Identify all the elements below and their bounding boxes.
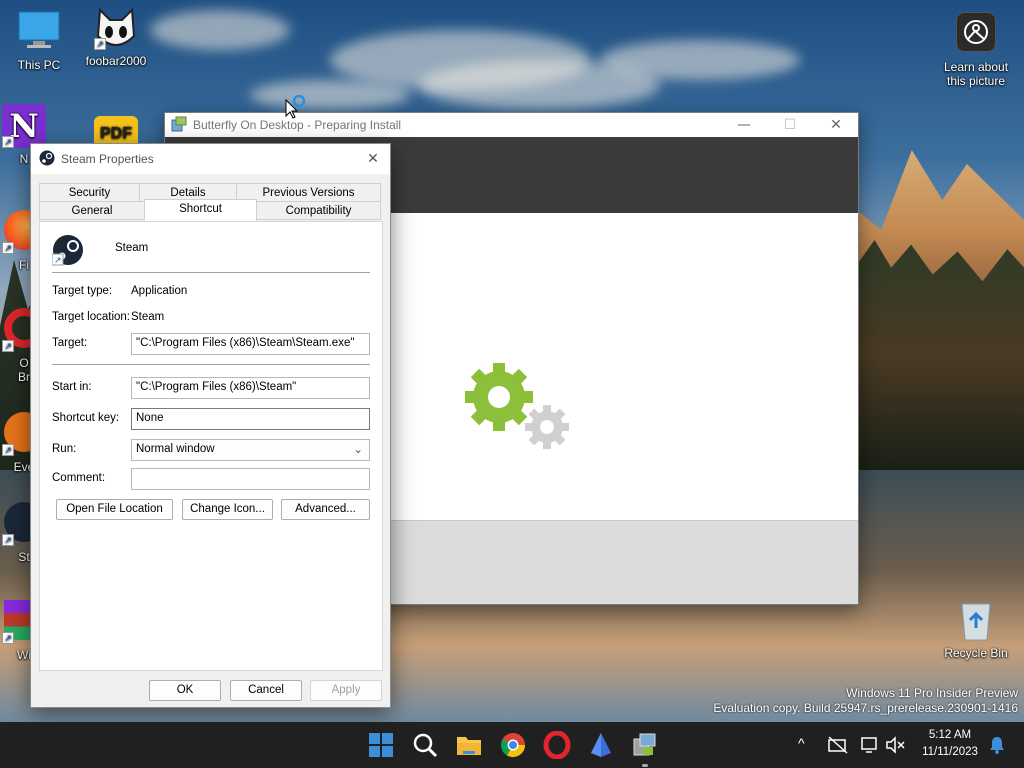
comment-field[interactable] xyxy=(131,468,370,490)
shortcut-arrow-icon: ↗ xyxy=(2,632,14,644)
shortcut-arrow-icon: ↗ xyxy=(2,340,14,352)
steam-properties-dialog[interactable]: Steam Properties ✕ Security Details Prev… xyxy=(30,143,391,708)
target-location-value: Steam xyxy=(131,311,165,323)
tab-general[interactable]: General xyxy=(39,201,145,220)
cancel-button[interactable]: Cancel xyxy=(230,680,302,701)
target-field[interactable]: "C:\Program Files (x86)\Steam\Steam.exe" xyxy=(131,333,370,355)
app-name: Steam xyxy=(115,242,149,254)
shortcut-arrow-icon: ↗ xyxy=(2,534,14,546)
tab-previous-versions[interactable]: Previous Versions xyxy=(236,183,381,202)
shortcut-key-label: Shortcut key: xyxy=(52,412,120,424)
steam-icon xyxy=(39,150,55,169)
learn-picture-icon xyxy=(954,12,998,56)
desktop-icon-label: O xyxy=(19,356,29,370)
desktop-icon-label: this picture xyxy=(946,74,1006,88)
opera-icon[interactable] xyxy=(543,730,571,760)
desktop-icon-label: Fi xyxy=(19,258,29,272)
shortcut-arrow-icon: ↗ xyxy=(2,136,14,148)
svg-text:↗: ↗ xyxy=(54,256,62,266)
desktop-icon-label: This PC xyxy=(17,58,61,72)
change-icon-button[interactable]: Change Icon... xyxy=(182,499,273,520)
desktop-icon-label: St xyxy=(18,550,30,564)
n-app-icon: N ↗ xyxy=(2,104,46,148)
monitor-icon xyxy=(17,10,61,54)
shortcut-arrow-icon: ↗ xyxy=(94,38,106,50)
network-off-icon[interactable] xyxy=(827,735,849,755)
run-label: Run: xyxy=(52,443,77,455)
target-type-label: Target type: xyxy=(52,285,113,297)
tab-compatibility[interactable]: Compatibility xyxy=(256,201,381,220)
file-explorer-icon[interactable] xyxy=(455,731,483,759)
chrome-icon[interactable] xyxy=(499,731,527,759)
target-type-value: Application xyxy=(131,285,188,297)
start-in-label: Start in: xyxy=(52,381,92,393)
shortcut-key-field[interactable]: None xyxy=(131,408,370,430)
display-icon[interactable] xyxy=(860,735,882,755)
taskbar: ^ 5:12 AM 11/11/2023 xyxy=(0,722,1024,768)
start-in-field[interactable]: "C:\Program Files (x86)\Steam" xyxy=(131,377,370,399)
minimize-button[interactable]: — xyxy=(721,113,767,137)
tab-security[interactable]: Security xyxy=(39,183,140,202)
window-title: Butterfly On Desktop - Preparing Install xyxy=(193,118,402,132)
run-select[interactable]: Normal window ⌄ xyxy=(131,439,370,461)
shortcut-arrow-icon: ↗ xyxy=(2,444,14,456)
running-indicator xyxy=(642,764,648,767)
desktop-icon-label: Br xyxy=(18,370,30,384)
target-label: Target: xyxy=(52,337,88,349)
dialog-titlebar[interactable]: Steam Properties xyxy=(31,144,390,174)
close-button[interactable]: ✕ xyxy=(364,150,382,168)
windows-watermark-line1: Windows 11 Pro Insider Preview xyxy=(846,686,1018,700)
steam-app-icon: ↗ xyxy=(51,234,84,269)
search-icon[interactable] xyxy=(411,731,439,759)
target-location-label: Target location: xyxy=(52,311,130,323)
desktop-icon-label: Recycle Bin xyxy=(944,646,1008,660)
comment-label: Comment: xyxy=(52,472,106,484)
notification-bell-icon[interactable] xyxy=(988,735,1006,755)
chevron-up-icon[interactable]: ^ xyxy=(798,735,805,751)
windows-watermark-line2: Evaluation copy. Build 25947.rs_prerelea… xyxy=(713,701,1018,715)
desktop-icon-recycle-bin[interactable]: Recycle Bin xyxy=(936,598,1016,660)
clock-time[interactable]: 5:12 AM xyxy=(912,729,988,741)
chevron-down-icon: ⌄ xyxy=(353,444,363,456)
desktop-icon-label: foobar2000 xyxy=(85,54,147,68)
ok-button[interactable]: OK xyxy=(149,680,221,701)
desktop-icon-learn-about-picture[interactable]: Learn about this picture xyxy=(936,10,1016,88)
mouse-cursor-busy-icon xyxy=(285,94,306,119)
desktop-icon-foobar2000[interactable]: ↗ foobar2000 xyxy=(78,6,154,68)
desktop-icon-label: N xyxy=(19,152,29,166)
open-file-location-button[interactable]: Open File Location xyxy=(56,499,173,520)
gears-icon xyxy=(465,363,569,449)
volume-muted-icon[interactable] xyxy=(884,735,906,755)
desktop-icon-label: Learn about xyxy=(943,60,1009,74)
installer-icon xyxy=(171,116,187,135)
desktop-icon-label: Wi xyxy=(17,648,31,662)
clock-date[interactable]: 11/11/2023 xyxy=(912,746,988,758)
recycle-bin-icon xyxy=(954,598,998,642)
maximize-button[interactable]: ☐ xyxy=(767,113,813,137)
foobar-cat-icon: ↗ xyxy=(94,6,138,50)
apply-button[interactable]: Apply xyxy=(310,680,382,701)
start-icon[interactable] xyxy=(367,731,395,759)
shortcut-tab-panel: ↗ Steam Target type: Application Target … xyxy=(39,221,383,671)
desktop-icon-this-pc[interactable]: This PC xyxy=(1,10,77,72)
installer-icon[interactable] xyxy=(631,731,659,759)
tab-shortcut[interactable]: Shortcut xyxy=(144,199,257,221)
shortcut-arrow-icon: ↗ xyxy=(2,242,14,254)
advanced-button[interactable]: Advanced... xyxy=(281,499,370,520)
app-icon[interactable] xyxy=(587,731,615,759)
dialog-title: Steam Properties xyxy=(61,152,154,166)
run-select-value: Normal window xyxy=(136,443,215,455)
close-button[interactable]: ✕ xyxy=(813,113,859,137)
